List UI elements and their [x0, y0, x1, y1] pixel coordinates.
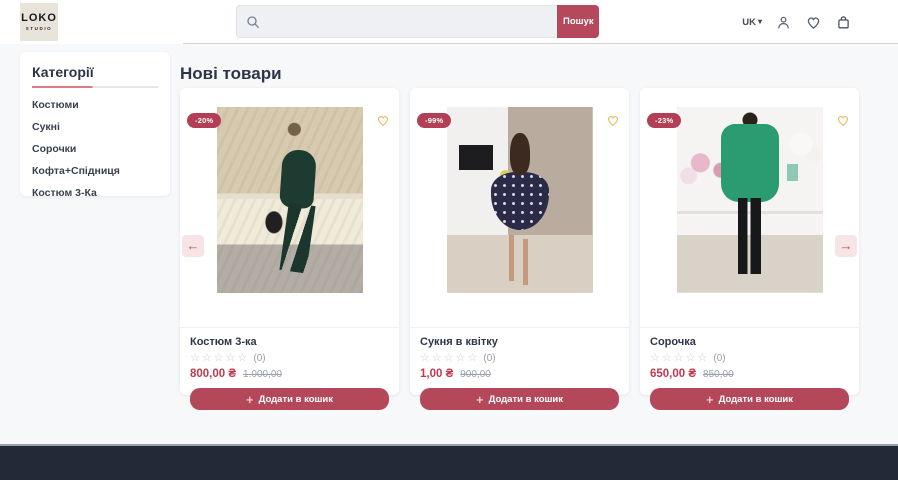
star-icon: ☆	[662, 352, 672, 364]
current-price: 800,00 ₴	[190, 368, 236, 380]
chevron-down-icon: ▾	[758, 18, 762, 26]
product-carousel: -20% Костюм 3-ка ☆☆☆☆☆ (0) 800,00 ₴ 1.00…	[180, 88, 859, 395]
footer	[0, 444, 898, 480]
brand-name: LOKO	[21, 13, 57, 24]
add-to-cart-button[interactable]: + Додати в кошик	[420, 388, 619, 410]
cart-icon[interactable]	[835, 14, 852, 31]
sidebar-item-kostiumy[interactable]: Костюми	[32, 94, 158, 116]
old-price: 1.000,00	[243, 369, 282, 380]
brand-subtitle: STUDIO	[26, 26, 53, 31]
rating: ☆☆☆☆☆ (0)	[420, 352, 619, 364]
search-input[interactable]	[265, 7, 554, 38]
sidebar-item-sukni[interactable]: Сукні	[32, 116, 158, 138]
arrow-right-icon: →	[840, 238, 853, 253]
category-list: Костюми Сукні Сорочки Кофта+Спідниця Кос…	[32, 94, 158, 204]
add-to-cart-label: Додати в кошик	[719, 394, 793, 405]
current-price: 1,00 ₴	[420, 368, 453, 380]
header: LOKO STUDIO Пошук UK ▾	[0, 0, 898, 44]
title-underline	[32, 86, 158, 88]
star-icon: ☆	[444, 352, 454, 364]
star-icon: ☆	[214, 352, 224, 364]
product-title[interactable]: Сорочка	[650, 336, 849, 348]
search-bar: Пошук	[236, 5, 599, 38]
sidebar-item-sorochky[interactable]: Сорочки	[32, 138, 158, 160]
plus-icon: +	[706, 393, 714, 406]
search-button[interactable]: Пошук	[557, 5, 599, 38]
add-to-cart-label: Додати в кошик	[259, 394, 333, 405]
product-photo	[217, 107, 363, 293]
product-image: -23%	[640, 107, 859, 328]
arrow-left-icon: ←	[187, 238, 200, 253]
plus-icon: +	[246, 393, 254, 406]
rating: ☆☆☆☆☆ (0)	[190, 352, 389, 364]
product-photo	[447, 107, 593, 293]
add-to-cart-label: Додати в кошик	[489, 394, 563, 405]
star-icon: ☆	[190, 352, 200, 364]
carousel-next-button[interactable]: →	[835, 235, 857, 257]
product-info: Костюм 3-ка ☆☆☆☆☆ (0) 800,00 ₴ 1.000,00 …	[180, 328, 399, 410]
favorite-icon[interactable]	[375, 113, 391, 128]
star-icon: ☆	[456, 352, 466, 364]
star-icon: ☆	[202, 352, 212, 364]
plus-icon: +	[476, 393, 484, 406]
add-to-cart-button[interactable]: + Додати в кошик	[190, 388, 389, 410]
price-row: 800,00 ₴ 1.000,00	[190, 368, 389, 380]
current-price: 650,00 ₴	[650, 368, 696, 380]
product-image: -99%	[410, 107, 629, 328]
star-icon: ☆	[238, 352, 248, 364]
product-info: Сукня в квітку ☆☆☆☆☆ (0) 1,00 ₴ 900,00 +…	[410, 328, 629, 410]
star-icon: ☆	[674, 352, 684, 364]
language-label: UK	[742, 17, 756, 28]
discount-badge: -99%	[417, 113, 451, 128]
language-selector[interactable]: UK ▾	[742, 17, 762, 28]
sidebar-item-kostium-3ka[interactable]: Костюм 3-Ка	[32, 182, 158, 204]
categories-title: Категорії	[32, 64, 158, 80]
sidebar-item-kofta-spidnytsia[interactable]: Кофта+Спідниця	[32, 160, 158, 182]
product-card[interactable]: -99% Сукня в квітку ☆☆☆☆☆ (0) 1,00 ₴ 900…	[410, 88, 629, 395]
page: LOKO STUDIO Пошук UK ▾	[0, 0, 898, 480]
header-divider	[183, 43, 898, 44]
favorite-icon[interactable]	[605, 113, 621, 128]
rating-count: (0)	[713, 353, 725, 364]
carousel-prev-button[interactable]: ←	[182, 235, 204, 257]
product-photo	[677, 107, 823, 293]
star-icon: ☆	[468, 352, 478, 364]
brand-logo[interactable]: LOKO STUDIO	[20, 3, 58, 41]
product-card[interactable]: -20% Костюм 3-ка ☆☆☆☆☆ (0) 800,00 ₴ 1.00…	[180, 88, 399, 395]
wishlist-icon[interactable]	[805, 14, 822, 31]
old-price: 900,00	[460, 369, 491, 380]
star-icon: ☆	[420, 352, 430, 364]
old-price: 850,00	[703, 369, 734, 380]
favorite-icon[interactable]	[835, 113, 851, 128]
price-row: 1,00 ₴ 900,00	[420, 368, 619, 380]
price-row: 650,00 ₴ 850,00	[650, 368, 849, 380]
star-icon: ☆	[686, 352, 696, 364]
discount-badge: -23%	[647, 113, 681, 128]
product-title[interactable]: Сукня в квітку	[420, 336, 619, 348]
product-title[interactable]: Костюм 3-ка	[190, 336, 389, 348]
star-icon: ☆	[650, 352, 660, 364]
rating: ☆☆☆☆☆ (0)	[650, 352, 849, 364]
rating-count: (0)	[253, 353, 265, 364]
product-info: Сорочка ☆☆☆☆☆ (0) 650,00 ₴ 850,00 + Дода…	[640, 328, 859, 410]
account-icon[interactable]	[775, 14, 792, 31]
product-image: -20%	[180, 107, 399, 328]
star-icon: ☆	[432, 352, 442, 364]
rating-count: (0)	[483, 353, 495, 364]
discount-badge: -20%	[187, 113, 221, 128]
add-to-cart-button[interactable]: + Додати в кошик	[650, 388, 849, 410]
star-icon: ☆	[698, 352, 708, 364]
search-input-box	[236, 5, 557, 38]
header-actions: UK ▾	[742, 0, 852, 44]
page-title: Нові товари	[180, 64, 282, 84]
search-icon	[245, 14, 261, 30]
star-icon: ☆	[226, 352, 236, 364]
categories-panel: Категорії Костюми Сукні Сорочки Кофта+Сп…	[20, 52, 170, 196]
product-card[interactable]: -23% Сорочка ☆☆☆☆☆ (0) 650,00 ₴ 850,00	[640, 88, 859, 395]
